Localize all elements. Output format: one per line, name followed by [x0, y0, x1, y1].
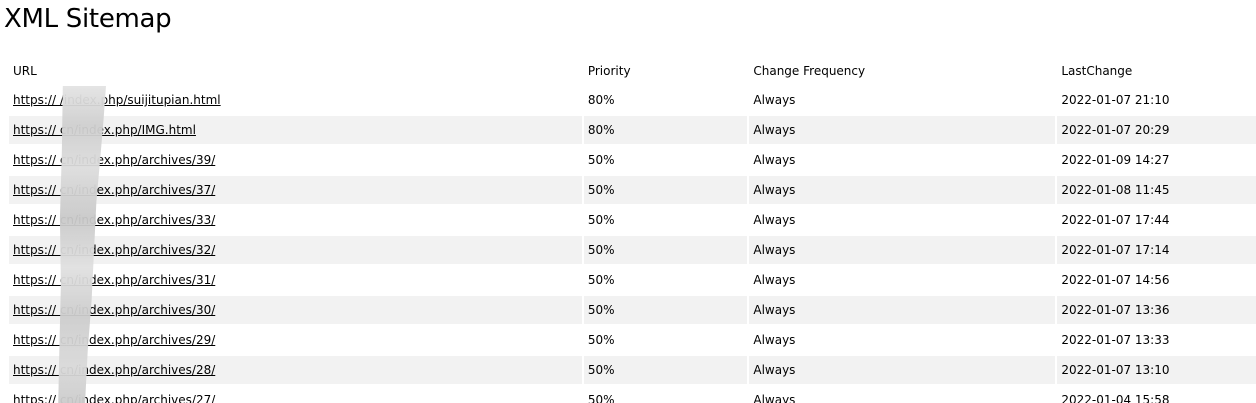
- url-link[interactable]: https:// cn/index.php/archives/39/: [13, 153, 215, 167]
- priority-cell: 50%: [587, 333, 615, 347]
- table-row: https:// /index.php/suijitupian.html 80%…: [9, 86, 1256, 114]
- frequency-cell: Always: [749, 296, 1056, 324]
- priority-cell: 50%: [587, 273, 615, 287]
- table-row: https:// cn/index.php/archives/27/ 50% A…: [9, 386, 1256, 403]
- frequency-cell: Always: [749, 176, 1056, 204]
- url-link[interactable]: https:// cn/index.php/archives/37/: [13, 183, 215, 197]
- lastchange-cell: 2022-01-07 20:29: [1057, 116, 1256, 144]
- url-cell: https:// cn/index.php/archives/27/: [9, 386, 582, 403]
- url-link[interactable]: https:// cn/index.php/archives/31/: [13, 273, 215, 287]
- table-header-row: URL Priority Change Frequency LastChange: [9, 58, 1256, 84]
- table-row: https:// cn/index.php/archives/28/ 50% A…: [9, 356, 1256, 384]
- table-row: https:// cn/index.php/archives/33/ 50% A…: [9, 206, 1256, 234]
- table-row: https:// cn/index.php/archives/32/ 50% A…: [9, 236, 1256, 264]
- column-header-change-frequency: Change Frequency: [753, 64, 866, 78]
- column-header-url: URL: [13, 64, 37, 78]
- frequency-cell: Always: [753, 393, 796, 403]
- priority-cell: 50%: [583, 356, 748, 384]
- url-link[interactable]: https:// cn/index.php/archives/29/: [13, 333, 215, 347]
- table-row: https:// cn/index.php/archives/37/ 50% A…: [9, 176, 1256, 204]
- column-header-priority: Priority: [587, 64, 631, 78]
- url-cell: https:// cn/index.php/archives/31/: [9, 266, 582, 294]
- lastchange-cell: 2022-01-09 14:27: [1061, 153, 1170, 167]
- frequency-cell: Always: [749, 236, 1056, 264]
- lastchange-cell: 2022-01-07 13:33: [1061, 333, 1170, 347]
- lastchange-cell: 2022-01-08 11:45: [1057, 176, 1256, 204]
- lastchange-cell: 2022-01-07 17:44: [1061, 213, 1170, 227]
- lastchange-cell: 2022-01-07 13:10: [1057, 356, 1256, 384]
- table-row: https:// cn/index.php/archives/31/ 50% A…: [9, 266, 1256, 294]
- url-link[interactable]: https:// cn/index.php/IMG.html: [13, 123, 196, 137]
- priority-cell: 80%: [587, 93, 615, 107]
- priority-cell: 80%: [583, 116, 748, 144]
- priority-cell: 50%: [587, 393, 615, 403]
- column-header-lastchange: LastChange: [1061, 64, 1133, 78]
- url-link[interactable]: https:// cn/index.php/archives/28/: [13, 363, 215, 377]
- frequency-cell: Always: [753, 93, 796, 107]
- table-row: https:// cn/index.php/IMG.html 80% Alway…: [9, 116, 1256, 144]
- frequency-cell: Always: [749, 356, 1056, 384]
- lastchange-cell: 2022-01-07 21:10: [1061, 93, 1170, 107]
- priority-cell: 50%: [583, 296, 748, 324]
- url-cell: https:// cn/index.php/archives/28/: [9, 356, 582, 384]
- table-row: https:// cn/index.php/archives/30/ 50% A…: [9, 296, 1256, 324]
- frequency-cell: Always: [753, 273, 796, 287]
- frequency-cell: Always: [753, 333, 796, 347]
- url-cell: https:// cn/index.php/archives/32/: [9, 236, 582, 264]
- frequency-cell: Always: [753, 213, 796, 227]
- sitemap-table: URL Priority Change Frequency LastChange…: [7, 56, 1256, 403]
- lastchange-cell: 2022-01-04 15:58: [1061, 393, 1170, 403]
- url-cell: https:// cn/index.php/archives/29/: [9, 326, 582, 354]
- table-row: https:// cn/index.php/archives/39/ 50% A…: [9, 146, 1256, 174]
- sitemap-page: XML Sitemap URL Priority Change Frequenc…: [0, 0, 1256, 403]
- priority-cell: 50%: [583, 176, 748, 204]
- lastchange-cell: 2022-01-07 17:14: [1057, 236, 1256, 264]
- priority-cell: 50%: [583, 236, 748, 264]
- frequency-cell: Always: [753, 153, 796, 167]
- url-link[interactable]: https:// cn/index.php/archives/32/: [13, 243, 215, 257]
- table-row: https:// cn/index.php/archives/29/ 50% A…: [9, 326, 1256, 354]
- lastchange-cell: 2022-01-07 14:56: [1061, 273, 1170, 287]
- url-link[interactable]: https:// cn/index.php/archives/30/: [13, 303, 215, 317]
- url-link[interactable]: https:// cn/index.php/archives/33/: [13, 213, 215, 227]
- url-link[interactable]: https:// cn/index.php/archives/27/: [13, 393, 215, 403]
- priority-cell: 50%: [587, 213, 615, 227]
- page-title: XML Sitemap: [4, 4, 172, 34]
- lastchange-cell: 2022-01-07 13:36: [1057, 296, 1256, 324]
- url-link[interactable]: https:// /index.php/suijitupian.html: [13, 93, 221, 107]
- url-cell: https:// cn/index.php/archives/30/: [9, 296, 582, 324]
- frequency-cell: Always: [749, 116, 1056, 144]
- priority-cell: 50%: [587, 153, 615, 167]
